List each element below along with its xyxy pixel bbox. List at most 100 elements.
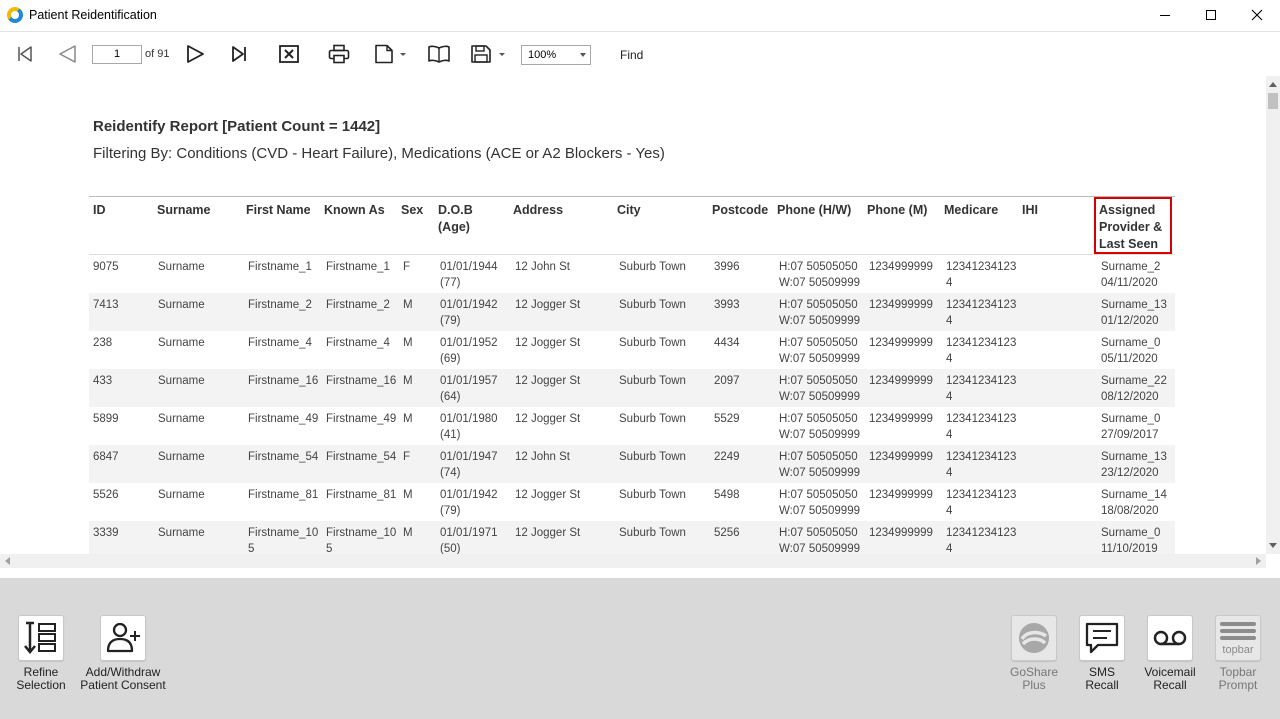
sms-line1: SMS — [1088, 665, 1115, 679]
close-icon — [1251, 9, 1263, 21]
scroll-right-icon[interactable] — [1256, 557, 1261, 565]
col-first-name: First Name — [246, 203, 311, 217]
table-cell-phone-h: H:07 50505050 W:07 50509999 — [779, 260, 860, 291]
cell-provider: Surname_13 — [1101, 451, 1167, 463]
table-cell-postcode: 5498 — [714, 488, 740, 504]
cell-phone-m: 1234999999 — [869, 299, 933, 311]
scroll-thumb[interactable] — [1268, 93, 1278, 109]
table-cell-id: 7413 — [93, 298, 119, 314]
table-cell-surname: Surname — [158, 298, 205, 314]
table-cell-postcode: 5256 — [714, 526, 740, 542]
sms-recall-button[interactable] — [1079, 615, 1125, 661]
cell-id: 5526 — [93, 489, 119, 501]
stop-button[interactable] — [276, 41, 302, 67]
next-page-icon — [187, 45, 204, 63]
cell-address: 12 Jogger St — [515, 299, 581, 311]
cell-sex: M — [403, 489, 413, 501]
cell-provider: Surname_22 — [1101, 375, 1167, 387]
table-cell-first: Firstname_4 — [248, 336, 312, 352]
cell-id: 433 — [93, 375, 113, 387]
table-cell-known: Firstname_54 — [326, 450, 396, 466]
page-number-input[interactable]: 1 — [92, 45, 142, 64]
voicemail-recall-button[interactable] — [1147, 615, 1193, 661]
cell-age: (50) — [440, 542, 461, 555]
cell-postcode: 3996 — [714, 261, 740, 273]
table-cell-known: Firstname_2 — [326, 298, 390, 314]
table-row[interactable]: 3339 Surname Firstname_10 5 Firstname_10 5 M 01… — [89, 521, 1175, 554]
close-window-button[interactable] — [1234, 0, 1280, 30]
cell-medicare-1: 12341234123 — [946, 375, 1017, 387]
cell-medicare-2: 4 — [946, 542, 953, 555]
table-cell-medicare: 12341234123 4 — [946, 298, 1016, 329]
book-view-button[interactable] — [426, 41, 452, 67]
scroll-up-icon[interactable] — [1269, 82, 1277, 87]
table-cell-medicare: 12341234123 4 — [946, 374, 1016, 405]
table-cell-phone-m: 1234999999 — [869, 336, 933, 352]
horizontal-scrollbar[interactable] — [0, 554, 1266, 568]
goshare-plus-button[interactable] — [1011, 615, 1057, 661]
consent-line2: Patient Consent — [80, 678, 166, 692]
table-cell-provider: Surname_0 27/09/2017 — [1101, 412, 1160, 443]
table-row[interactable]: 6847 Surname Firstname_54 Firstname_54 F 01/0… — [89, 445, 1175, 483]
page-setup-button[interactable] — [372, 41, 408, 67]
cell-medicare-1: 12341234123 — [946, 489, 1017, 501]
cell-phone-h: H:07 50505050 — [779, 527, 858, 539]
table-cell-phone-m: 1234999999 — [869, 298, 933, 314]
table-cell-provider: Surname_13 01/12/2020 — [1101, 298, 1167, 329]
vertical-scrollbar[interactable] — [1266, 76, 1280, 554]
cell-medicare-2: 4 — [946, 428, 953, 441]
table-cell-medicare: 12341234123 4 — [946, 412, 1016, 443]
first-page-button[interactable] — [12, 41, 38, 67]
col-surname: Surname — [157, 203, 211, 217]
table-row[interactable]: 9075 Surname Firstname_1 Firstname_1 F 01/01/… — [89, 255, 1175, 293]
table-cell-provider: Surname_14 18/08/2020 — [1101, 488, 1167, 519]
table-cell-address: 12 Jogger St — [515, 298, 580, 314]
table-cell-first: Firstname_10 5 — [248, 526, 318, 554]
maximize-button[interactable] — [1188, 0, 1234, 30]
save-icon — [471, 45, 505, 63]
refine-selection-button[interactable] — [18, 615, 64, 661]
table-body: 9075 Surname Firstname_1 Firstname_1 F 01/01/… — [89, 255, 1175, 554]
voicemail-line2: Recall — [1153, 678, 1187, 692]
scroll-down-icon[interactable] — [1269, 543, 1277, 548]
page-count-label: of 91 — [145, 48, 170, 60]
zoom-select[interactable]: 100% — [521, 45, 591, 65]
window-title: Patient Reidentification — [29, 8, 157, 22]
cell-dob: 01/01/1980 — [440, 413, 498, 425]
cell-medicare-1: 12341234123 — [946, 299, 1017, 311]
cell-phone-m: 1234999999 — [869, 451, 933, 463]
cell-surname: Surname — [158, 413, 205, 425]
sms-line2: Recall — [1085, 678, 1119, 692]
patient-consent-button[interactable] — [100, 615, 146, 661]
table-row[interactable]: 238 Surname Firstname_4 Firstname_4 M 01/01/1… — [89, 331, 1175, 369]
table-cell-postcode: 4434 — [714, 336, 740, 352]
table-row[interactable]: 5526 Surname Firstname_81 Firstname_81 M 01/0… — [89, 483, 1175, 521]
topbar-prompt-button[interactable]: topbar — [1215, 615, 1261, 661]
previous-page-button[interactable] — [54, 41, 80, 67]
col-city: City — [617, 203, 641, 217]
cell-city: Suburb Town — [619, 413, 686, 425]
scroll-left-icon[interactable] — [5, 557, 10, 565]
cell-dob: 01/01/1952 — [440, 337, 498, 349]
table-cell-sex: F — [403, 450, 410, 466]
next-page-button[interactable] — [183, 41, 209, 67]
topbar-prompt-label: Topbar Prompt — [1208, 666, 1268, 692]
table-row[interactable]: 433 Surname Firstname_16 Firstname_16 M 01/01… — [89, 369, 1175, 407]
find-link[interactable]: Find — [620, 48, 643, 62]
minimize-button[interactable] — [1142, 0, 1188, 30]
table-cell-postcode: 2097 — [714, 374, 740, 390]
print-button[interactable] — [326, 41, 352, 67]
table-cell-id: 6847 — [93, 450, 119, 466]
table-cell-dob: 01/01/1980 (41) — [440, 412, 498, 443]
save-export-button[interactable] — [469, 41, 507, 67]
cell-surname: Surname — [158, 375, 205, 387]
cell-sex: M — [403, 337, 413, 349]
table-cell-first: Firstname_49 — [248, 412, 318, 428]
table-row[interactable]: 7413 Surname Firstname_2 Firstname_2 M 01/01/… — [89, 293, 1175, 331]
action-bar: Refine Selection Add/Withdraw Patient Cons… — [0, 578, 1280, 719]
topbar-logo-icon: topbar — [1220, 622, 1256, 656]
cell-phone-h: H:07 50505050 — [779, 261, 858, 273]
table-row[interactable]: 5899 Surname Firstname_49 Firstname_49 M 01/0… — [89, 407, 1175, 445]
last-page-button[interactable] — [226, 41, 252, 67]
table-cell-address: 12 John St — [515, 260, 570, 276]
